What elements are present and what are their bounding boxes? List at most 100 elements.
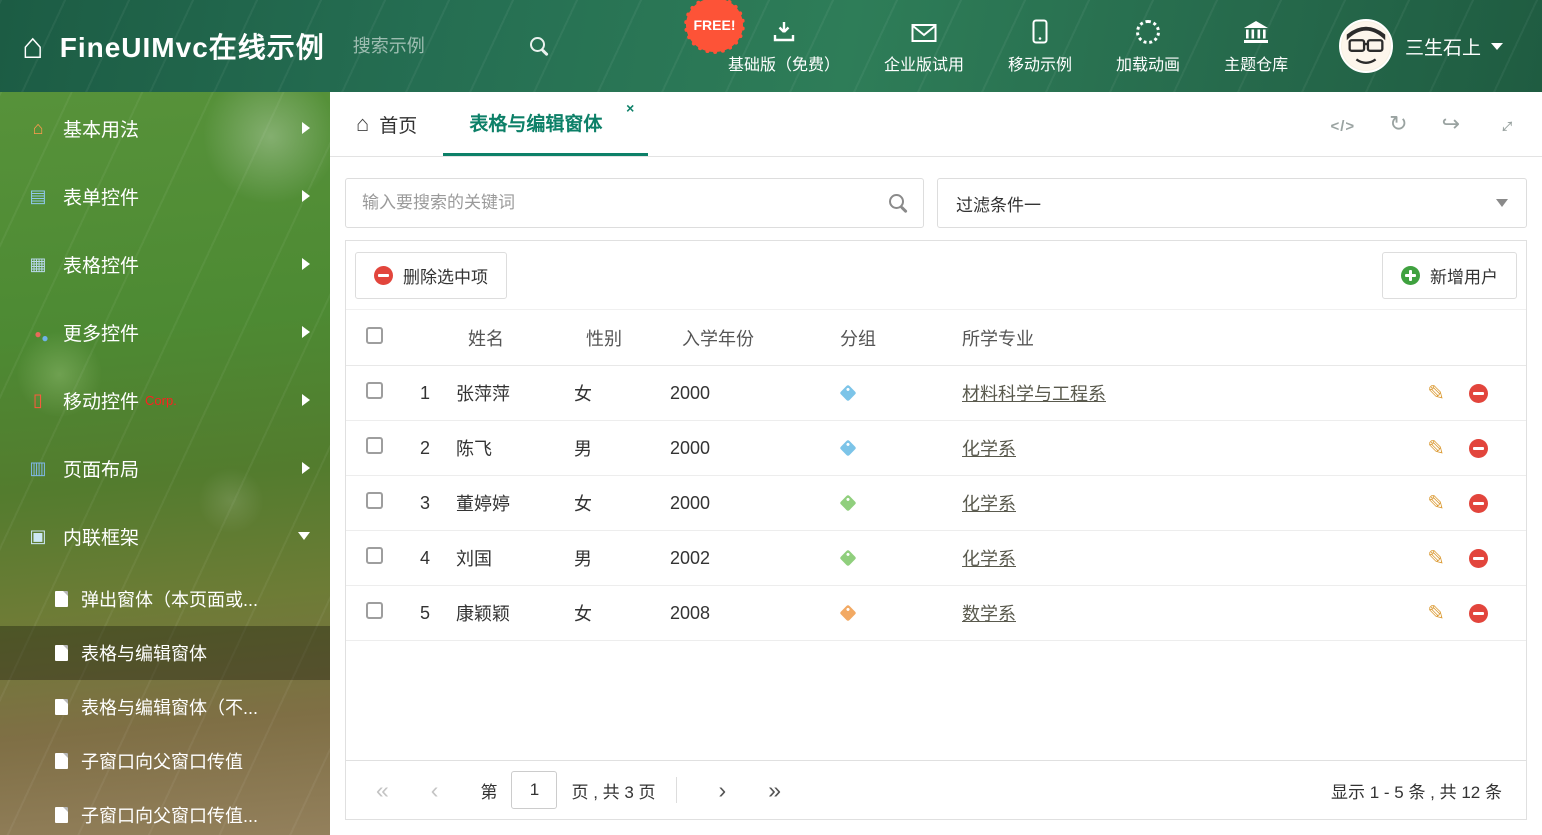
submenu-item-label: 表格与编辑窗体（不... xyxy=(81,698,259,718)
avatar[interactable] xyxy=(1339,19,1393,73)
sidebar-item-label: 更多控件 xyxy=(63,323,140,345)
chevron-right-icon xyxy=(302,326,310,338)
row-number: 4 xyxy=(392,530,446,586)
source-code-icon[interactable] xyxy=(1330,113,1355,135)
header-search xyxy=(352,35,549,57)
plus-circle-icon xyxy=(1401,266,1420,285)
iframe-icon xyxy=(26,527,50,545)
keyword-search-input[interactable] xyxy=(345,178,924,228)
row-checkbox[interactable] xyxy=(366,547,383,564)
delete-icon[interactable] xyxy=(1469,383,1488,403)
submenu-item-grid-edit-window[interactable]: 表格与编辑窗体 xyxy=(0,626,330,680)
file-icon xyxy=(55,645,68,661)
users-table: 姓名 性别 入学年份 分组 所学专业 1 张萍萍 女 2000 材料科学与工程系… xyxy=(346,309,1526,641)
sidebar-item-mobile[interactable]: 移动控件 Corp. xyxy=(0,366,330,434)
sidebar-item-iframe[interactable]: 内联框架 xyxy=(0,502,330,570)
cell-year: 2008 xyxy=(660,585,818,641)
add-user-button[interactable]: 新增用户 xyxy=(1382,252,1517,299)
submenu-item-label: 子窗口向父窗口传值... xyxy=(81,806,259,826)
user-menu[interactable]: 三生石上 xyxy=(1405,0,1504,92)
submenu-item-child-to-parent-2[interactable]: 子窗口向父窗口传值... xyxy=(0,788,330,835)
sidebar-item-label: 页面布局 xyxy=(63,459,140,481)
delete-icon[interactable] xyxy=(1469,603,1488,623)
sidebar-item-form[interactable]: 表单控件 xyxy=(0,162,330,230)
delete-icon[interactable] xyxy=(1469,493,1488,513)
nav-theme-store[interactable]: 主题仓库 xyxy=(1224,18,1288,75)
chevron-right-icon xyxy=(302,258,310,270)
first-page-icon[interactable] xyxy=(376,779,389,802)
grid-icon xyxy=(26,255,50,273)
sidebar-item-basic[interactable]: 基本用法 xyxy=(0,94,330,162)
column-header-major: 所学专业 xyxy=(940,309,1386,366)
pagination-bar: 第 页 , 共 3 页 显示 1 - 5 条 , 共 12 条 xyxy=(346,760,1526,819)
chevron-down-icon xyxy=(1496,199,1508,207)
divider xyxy=(675,777,677,803)
row-checkbox[interactable] xyxy=(366,437,383,454)
filter-dropdown-value: 过滤条件一 xyxy=(956,195,1041,215)
refresh-icon[interactable] xyxy=(1389,113,1407,135)
last-page-icon[interactable] xyxy=(768,779,781,802)
row-checkbox[interactable] xyxy=(366,602,383,619)
edit-icon[interactable] xyxy=(1427,548,1445,569)
sidebar-item-label: 内联框架 xyxy=(63,527,140,549)
close-icon[interactable] xyxy=(626,100,634,116)
tab-grid-edit-window[interactable]: 表格与编辑窗体 xyxy=(443,92,649,156)
search-icon[interactable] xyxy=(888,193,908,213)
header-search-input[interactable] xyxy=(352,35,493,57)
file-icon xyxy=(55,699,68,715)
file-icon xyxy=(55,753,68,769)
filter-row: 过滤条件一 xyxy=(345,178,1527,228)
nav-enterprise-trial[interactable]: 企业版试用 xyxy=(884,18,964,75)
major-link[interactable]: 数学系 xyxy=(962,604,1016,624)
major-link[interactable]: 化学系 xyxy=(962,439,1016,459)
prev-page-icon[interactable] xyxy=(431,779,439,802)
nav-mobile-demo[interactable]: 移动示例 xyxy=(1008,18,1072,75)
sidebar-item-more-controls[interactable]: 更多控件 xyxy=(0,298,330,366)
column-header-actions xyxy=(1386,309,1526,366)
cell-gender: 男 xyxy=(564,420,660,476)
app-home-icon[interactable]: ⌂ xyxy=(22,28,44,64)
search-icon[interactable] xyxy=(529,36,549,56)
sidebar-item-grid[interactable]: 表格控件 xyxy=(0,230,330,298)
select-all-checkbox[interactable] xyxy=(366,326,383,344)
table-row: 5 康颖颖 女 2008 数学系 xyxy=(346,585,1526,641)
filter-dropdown[interactable]: 过滤条件一 xyxy=(937,178,1527,228)
row-checkbox[interactable] xyxy=(366,382,383,399)
submenu-item-grid-edit-window-2[interactable]: 表格与编辑窗体（不... xyxy=(0,680,330,734)
chevron-down-icon xyxy=(1491,42,1504,50)
file-icon xyxy=(55,807,68,823)
form-icon xyxy=(26,187,50,205)
expand-icon[interactable] xyxy=(1494,113,1516,135)
chevron-right-icon xyxy=(302,190,310,202)
column-header-group: 分组 xyxy=(818,309,940,366)
row-checkbox[interactable] xyxy=(366,492,383,509)
mobile-icon xyxy=(1032,18,1048,44)
nav-loading-animation[interactable]: 加载动画 xyxy=(1116,18,1180,75)
edit-icon[interactable] xyxy=(1427,603,1445,624)
more-controls-icon xyxy=(26,323,50,341)
app-title: FineUIMvc在线示例 xyxy=(59,32,325,63)
row-number: 3 xyxy=(392,475,446,531)
nav-basic-edition[interactable]: 基础版（免费） xyxy=(728,18,840,75)
major-link[interactable]: 材料科学与工程系 xyxy=(962,384,1106,404)
major-link[interactable]: 化学系 xyxy=(962,549,1016,569)
delete-icon[interactable] xyxy=(1469,438,1488,458)
page-number-input[interactable] xyxy=(511,771,558,809)
edit-icon[interactable] xyxy=(1427,493,1445,514)
edit-icon[interactable] xyxy=(1427,438,1445,459)
submenu-item-popup-window[interactable]: 弹出窗体（本页面或... xyxy=(0,572,330,626)
major-link[interactable]: 化学系 xyxy=(962,494,1016,514)
sidebar-item-layout[interactable]: 页面布局 xyxy=(0,434,330,502)
share-icon[interactable] xyxy=(1442,113,1460,135)
table-header-row: 姓名 性别 入学年份 分组 所学专业 xyxy=(346,309,1526,366)
table-row: 4 刘国 男 2002 化学系 xyxy=(346,530,1526,586)
page-suffix: 页 , 共 3 页 xyxy=(571,782,656,802)
tab-home[interactable]: 首页 xyxy=(330,92,443,156)
submenu-item-child-to-parent[interactable]: 子窗口向父窗口传值 xyxy=(0,734,330,788)
spinner-icon xyxy=(1136,18,1161,44)
delete-icon[interactable] xyxy=(1469,548,1488,568)
tag-icon xyxy=(839,494,857,511)
edit-icon[interactable] xyxy=(1427,383,1445,404)
next-page-icon[interactable] xyxy=(719,779,727,802)
delete-selected-button[interactable]: 删除选中项 xyxy=(355,252,507,299)
